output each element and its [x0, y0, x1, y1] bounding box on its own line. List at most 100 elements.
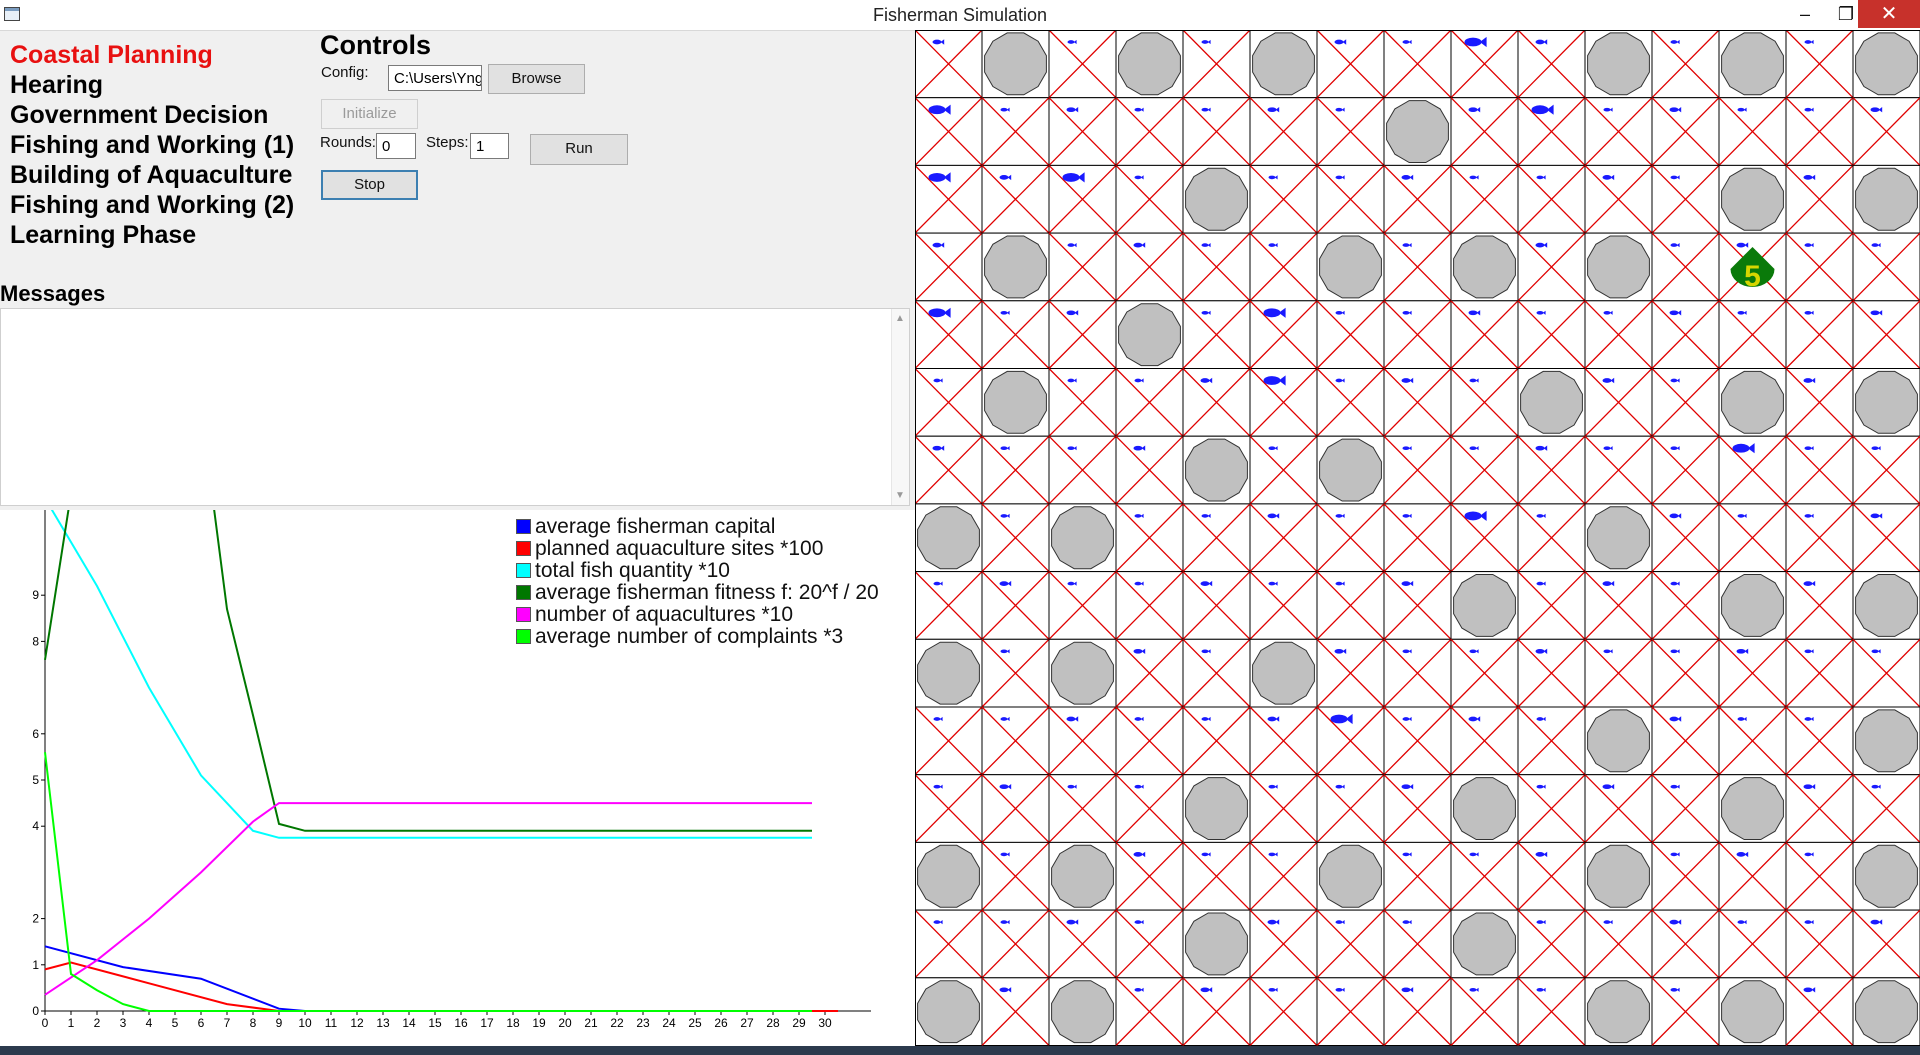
grid-cell[interactable]: [1852, 30, 1920, 99]
grid-cell[interactable]: [1316, 30, 1385, 99]
grid-cell[interactable]: [1182, 638, 1251, 708]
grid-cell[interactable]: [1718, 977, 1787, 1046]
grid-cell[interactable]: [1383, 571, 1452, 640]
grid-cell[interactable]: [1115, 977, 1184, 1046]
grid-cell[interactable]: [1718, 300, 1787, 369]
grid-cell[interactable]: [1517, 841, 1586, 911]
grid-cell[interactable]: [1584, 977, 1653, 1046]
grid-cell[interactable]: [1316, 638, 1385, 708]
grid-cell[interactable]: [1383, 164, 1452, 234]
grid-cell[interactable]: [915, 368, 983, 437]
grid-cell[interactable]: [1182, 841, 1251, 911]
grid-cell[interactable]: [1517, 706, 1586, 776]
grid-cell[interactable]: [1852, 435, 1920, 505]
grid-cell[interactable]: [1450, 638, 1519, 708]
grid-cell[interactable]: [1584, 30, 1653, 99]
grid-cell[interactable]: [1584, 909, 1653, 979]
grid-cell[interactable]: [1115, 774, 1184, 843]
grid-cell[interactable]: [981, 300, 1050, 369]
grid-cell[interactable]: [1852, 571, 1920, 640]
grid-cell[interactable]: [915, 774, 983, 843]
grid-cell[interactable]: [1651, 435, 1720, 505]
grid-cell[interactable]: [1584, 435, 1653, 505]
grid-cell[interactable]: [1115, 164, 1184, 234]
grid-cell[interactable]: [915, 30, 983, 99]
grid-cell[interactable]: [1048, 571, 1117, 640]
grid-cell[interactable]: [1450, 774, 1519, 843]
grid-cell[interactable]: [1316, 232, 1385, 302]
grid-cell[interactable]: [1852, 97, 1920, 166]
grid-cell[interactable]: [981, 503, 1050, 573]
grid-cell[interactable]: [1651, 638, 1720, 708]
grid-cell[interactable]: [1584, 232, 1653, 302]
grid-cell[interactable]: [1048, 368, 1117, 437]
grid-cell[interactable]: [1383, 368, 1452, 437]
grid-cell[interactable]: [1651, 909, 1720, 979]
grid-cell[interactable]: [1182, 435, 1251, 505]
grid-cell[interactable]: [1785, 638, 1854, 708]
grid-cell[interactable]: [1316, 909, 1385, 979]
grid-cell[interactable]: [1450, 97, 1519, 166]
grid-cell[interactable]: [1249, 909, 1318, 979]
grid-cell[interactable]: [1249, 435, 1318, 505]
grid-cell[interactable]: [1383, 300, 1452, 369]
grid-cell[interactable]: [1048, 164, 1117, 234]
grid-cell[interactable]: [981, 30, 1050, 99]
grid-cell[interactable]: [1316, 503, 1385, 573]
grid-cell[interactable]: [1450, 706, 1519, 776]
grid-cell[interactable]: [1584, 571, 1653, 640]
grid-cell[interactable]: [1852, 909, 1920, 979]
grid-cell[interactable]: [1785, 841, 1854, 911]
scroll-down-icon[interactable]: ▼: [895, 490, 905, 501]
grid-cell[interactable]: [1517, 503, 1586, 573]
grid-cell[interactable]: [981, 909, 1050, 979]
grid-cell[interactable]: [1383, 30, 1452, 99]
grid-cell[interactable]: [1517, 232, 1586, 302]
grid-cell[interactable]: [1048, 30, 1117, 99]
grid-cell[interactable]: [1584, 368, 1653, 437]
grid-cell[interactable]: [1785, 97, 1854, 166]
grid-cell[interactable]: [1249, 977, 1318, 1046]
grid-cell[interactable]: [1182, 706, 1251, 776]
grid-cell[interactable]: [1785, 368, 1854, 437]
grid-cell[interactable]: [1383, 503, 1452, 573]
grid-cell[interactable]: [1182, 571, 1251, 640]
grid-cell[interactable]: [1316, 571, 1385, 640]
grid-cell[interactable]: [1584, 638, 1653, 708]
grid-cell[interactable]: [981, 435, 1050, 505]
grid-cell[interactable]: [1450, 503, 1519, 573]
grid-cell[interactable]: [1115, 368, 1184, 437]
grid-cell[interactable]: [1852, 638, 1920, 708]
grid-cell[interactable]: [1517, 97, 1586, 166]
grid-cell[interactable]: [1718, 638, 1787, 708]
grid-cell[interactable]: [1718, 503, 1787, 573]
grid-cell[interactable]: [1383, 977, 1452, 1046]
grid-cell[interactable]: [1249, 706, 1318, 776]
grid-cell[interactable]: [915, 300, 983, 369]
grid-cell[interactable]: [1048, 909, 1117, 979]
grid-cell[interactable]: [1450, 30, 1519, 99]
grid-cell[interactable]: [1517, 909, 1586, 979]
grid-cell[interactable]: [1517, 368, 1586, 437]
grid-cell[interactable]: [1316, 368, 1385, 437]
grid-cell[interactable]: [1785, 435, 1854, 505]
grid-cell[interactable]: [981, 368, 1050, 437]
grid-cell[interactable]: [1115, 503, 1184, 573]
grid-cell[interactable]: [915, 909, 983, 979]
grid-cell[interactable]: [1584, 706, 1653, 776]
grid-cell[interactable]: [1383, 97, 1452, 166]
grid-cell[interactable]: [1852, 841, 1920, 911]
grid-cell[interactable]: [1249, 368, 1318, 437]
grid-cell[interactable]: [1718, 909, 1787, 979]
grid-cell[interactable]: [1651, 30, 1720, 99]
grid-cell[interactable]: [1048, 97, 1117, 166]
grid-cell[interactable]: [1316, 774, 1385, 843]
messages-scrollbar[interactable]: ▲ ▼: [891, 309, 909, 505]
grid-cell[interactable]: [1785, 774, 1854, 843]
grid-cell[interactable]: [1048, 706, 1117, 776]
grid-cell[interactable]: [1852, 368, 1920, 437]
grid-cell[interactable]: [1383, 435, 1452, 505]
grid-cell[interactable]: [1584, 774, 1653, 843]
grid-cell[interactable]: [1249, 300, 1318, 369]
close-button[interactable]: ✕: [1858, 0, 1920, 28]
